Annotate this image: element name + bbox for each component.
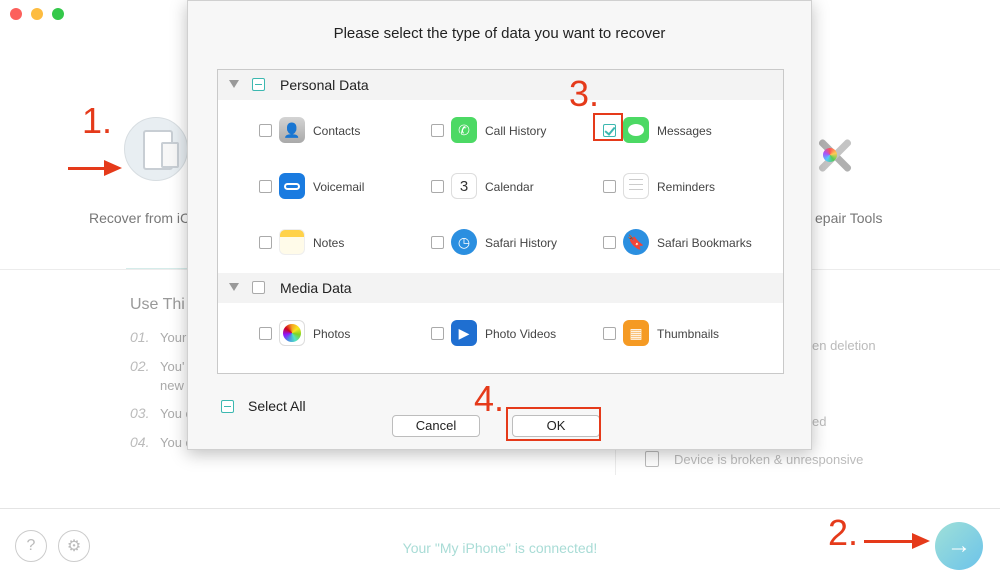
phone-icon: ✆	[451, 117, 477, 143]
scenario-text: ed	[812, 414, 827, 429]
photos-icon	[279, 320, 305, 346]
step-text: new	[160, 378, 184, 393]
photo-videos-checkbox[interactable]	[431, 327, 444, 340]
voicemail-icon	[279, 173, 305, 199]
call-history-checkbox[interactable]	[431, 124, 444, 137]
item-label: Call History	[485, 124, 547, 138]
calendar-icon: 3	[451, 173, 477, 199]
dialog-title: Please select the type of data you want …	[333, 25, 666, 42]
item-label: Reminders	[657, 180, 716, 194]
recover-mode-card[interactable]	[124, 117, 190, 195]
repair-tools-icon[interactable]	[812, 134, 856, 182]
notes-icon	[279, 229, 305, 255]
messages-highlight-box	[593, 113, 623, 141]
annotation-arrow-head	[104, 160, 122, 176]
section-personal-data[interactable]: Personal Data	[218, 70, 783, 100]
personal-data-checkbox[interactable]	[252, 78, 265, 91]
notes-checkbox[interactable]	[259, 236, 272, 249]
repair-tools-label: epair Tools	[815, 210, 883, 226]
recover-from-label: Recover from iC	[89, 210, 191, 226]
section-media-data[interactable]: Media Data	[218, 273, 783, 303]
thumbnails-icon: ▦	[623, 320, 649, 346]
item-label: Contacts	[313, 124, 361, 138]
annotation-step-3: 3.	[569, 73, 600, 114]
photo-videos-icon: ▶	[451, 320, 477, 346]
annotation-step-4: 4.	[474, 378, 505, 419]
section-label: Media Data	[280, 280, 352, 296]
item-label: Safari History	[485, 236, 558, 250]
select-all-label: Select All	[248, 398, 306, 414]
data-type-panel: Personal Data 👤 Contacts ✆ Call History …	[217, 69, 784, 374]
scenario-text: Device is broken & unresponsive	[674, 452, 864, 467]
next-arrow-button[interactable]: →	[935, 522, 983, 570]
voicemail-checkbox[interactable]	[259, 180, 272, 193]
annotation-step-1: 1.	[82, 100, 113, 141]
step-text: Your	[160, 330, 187, 345]
safari-bookmarks-icon: 🔖	[623, 229, 649, 255]
item-label: Photos	[313, 327, 351, 341]
item-label: Photo Videos	[485, 327, 557, 341]
step-number: 01.	[130, 329, 150, 345]
step-text: You'	[160, 359, 185, 374]
device-broken-icon	[645, 451, 659, 467]
messages-icon	[623, 117, 649, 143]
step-number: 03.	[130, 405, 150, 421]
footer-divider	[0, 508, 1000, 509]
annotation-arrow	[864, 540, 914, 543]
collapse-triangle-icon[interactable]	[229, 80, 239, 88]
section-label: Personal Data	[280, 77, 369, 93]
calendar-checkbox[interactable]	[431, 180, 444, 193]
step-number: 04.	[130, 434, 150, 450]
annotation-arrow-head	[912, 533, 930, 549]
close-window-button[interactable]	[10, 8, 22, 20]
item-label: Thumbnails	[657, 327, 720, 341]
minimize-window-button[interactable]	[31, 8, 43, 20]
photos-checkbox[interactable]	[259, 327, 272, 340]
ipad-icon	[124, 117, 188, 181]
step-number: 02.	[130, 358, 150, 374]
reminders-checkbox[interactable]	[603, 180, 616, 193]
safari-icon: ◷	[451, 229, 477, 255]
reminders-icon	[623, 173, 649, 199]
item-label: Safari Bookmarks	[657, 236, 752, 250]
safari-history-checkbox[interactable]	[431, 236, 444, 249]
item-label: Voicemail	[313, 180, 365, 194]
ok-highlight-box	[506, 407, 601, 441]
annotation-step-2: 2.	[828, 512, 859, 553]
cancel-button[interactable]: Cancel	[392, 415, 480, 437]
item-label: Notes	[313, 236, 345, 250]
scenario-text: en deletion	[812, 338, 876, 353]
select-all-checkbox[interactable]	[221, 400, 234, 413]
collapse-triangle-icon[interactable]	[229, 283, 239, 291]
contacts-checkbox[interactable]	[259, 124, 272, 137]
use-this-title: Use Thi	[130, 296, 185, 313]
zoom-window-button[interactable]	[52, 8, 64, 20]
safari-bookmarks-checkbox[interactable]	[603, 236, 616, 249]
contacts-icon: 👤	[279, 117, 305, 143]
annotation-arrow	[68, 167, 108, 170]
media-data-checkbox[interactable]	[252, 281, 265, 294]
item-label: Calendar	[485, 180, 534, 194]
thumbnails-checkbox[interactable]	[603, 327, 616, 340]
item-label: Messages	[657, 124, 712, 138]
